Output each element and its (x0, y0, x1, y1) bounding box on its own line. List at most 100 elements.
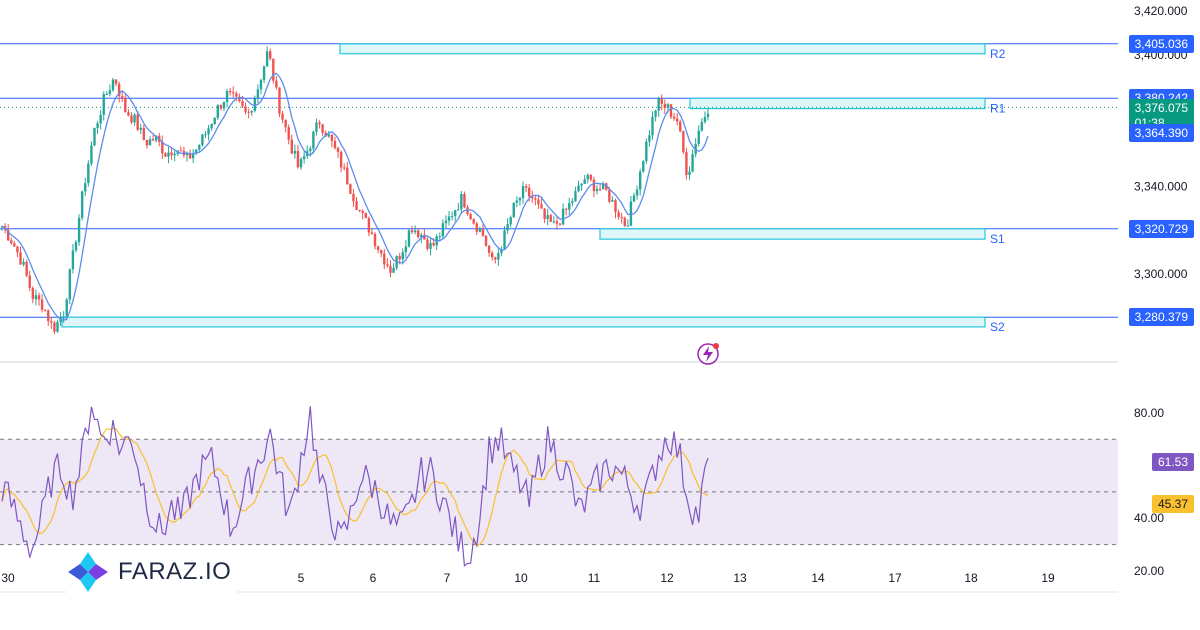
candle-body (685, 152, 688, 175)
candle-body (296, 150, 300, 168)
candle-body (518, 198, 522, 201)
candle-body (40, 299, 44, 310)
price-chart[interactable]: R2R1S1S2 30Jul345671011121314171819 3,42… (0, 0, 1200, 630)
zone-r2 (339, 43, 986, 55)
candle-body (506, 224, 509, 231)
candle-body (139, 127, 142, 130)
candle-body (481, 228, 485, 236)
candle-body (87, 163, 90, 184)
candle-body (700, 121, 704, 131)
candle-body (703, 117, 707, 122)
candle-body (37, 295, 41, 300)
lightning-alert-icon[interactable] (697, 343, 719, 365)
candle-body (598, 188, 602, 190)
candle-body (213, 117, 216, 125)
candle-body (247, 111, 250, 113)
candle-body (441, 223, 445, 237)
candle-body (179, 150, 183, 152)
candle-body (262, 66, 266, 80)
candle-body (367, 218, 371, 233)
candle-body (93, 128, 96, 146)
candle-body (555, 221, 559, 224)
candle-body (222, 102, 226, 109)
candle-body (490, 252, 494, 258)
candle-body (47, 310, 50, 321)
candle-body (102, 94, 105, 115)
candle-body (642, 161, 645, 172)
price-tick-label: 3,420.000 (1134, 4, 1188, 18)
brand-logo[interactable]: FARAZ.IO (66, 548, 238, 596)
candle-body (80, 191, 84, 218)
candle-body (232, 92, 235, 94)
rsi-panel (0, 406, 1118, 567)
candle-body (660, 98, 663, 104)
candle-body (426, 239, 429, 249)
candle-body (352, 193, 355, 202)
candle-body (546, 215, 549, 220)
rsi-ma-value-tag: 45.37 (1151, 495, 1194, 514)
level-tag-r2: 3,405.036 (1128, 34, 1194, 53)
candle-body (34, 295, 38, 300)
candle-body (355, 201, 358, 210)
candle-body (151, 139, 155, 141)
candle-body (648, 135, 651, 142)
candle-body (164, 153, 167, 157)
candle-body (654, 110, 657, 117)
zone-s2 (61, 316, 986, 328)
price-tick-label: 3,340.000 (1134, 179, 1188, 193)
candle-body (287, 127, 290, 140)
candle-body (413, 230, 417, 233)
x-tick-label: 18 (964, 571, 978, 585)
x-tick-label: 10 (514, 571, 528, 585)
candle-body (586, 174, 589, 180)
candle-body (410, 230, 414, 233)
candle-body (333, 140, 337, 148)
candle-body (65, 299, 68, 317)
candle-body (475, 223, 478, 232)
candle-body (478, 228, 482, 232)
candle-body (392, 267, 395, 273)
moving-average-line (1, 72, 709, 321)
candle-body (669, 104, 673, 117)
candle-body (124, 97, 127, 113)
candle-body (595, 188, 599, 192)
x-tick-label: 17 (888, 571, 902, 585)
candle-body (611, 200, 614, 202)
candle-body (142, 127, 146, 140)
candle-body (204, 134, 207, 136)
x-tick-label: 11 (588, 571, 601, 585)
candle-body (460, 194, 463, 210)
rsi-band-fill (0, 439, 1118, 545)
candle-body (108, 90, 112, 95)
candle-body (527, 187, 531, 197)
candle-body (207, 128, 210, 135)
x-tick-label: 14 (811, 571, 825, 585)
candle-body (617, 212, 620, 217)
candle-body (571, 201, 574, 204)
candle-body (16, 246, 19, 253)
candle-body (346, 167, 349, 185)
candle-body (512, 202, 515, 218)
candle-body (250, 110, 253, 113)
candle-body (336, 147, 340, 152)
candle-body (133, 114, 136, 123)
candle-body (256, 89, 260, 99)
candle-body (290, 139, 293, 154)
zone-s1 (599, 228, 986, 240)
candle-body (432, 242, 435, 246)
candle-body (574, 191, 577, 202)
candle-body (228, 90, 232, 93)
rsi-tick-label: 40.00 (1134, 511, 1164, 525)
rsi-value-tag: 61.53 (1151, 452, 1194, 471)
candle-body (31, 287, 35, 300)
price-panel: R2 R1 S1 S2 (0, 43, 1118, 334)
candle-body (269, 51, 272, 59)
candle-body (404, 246, 408, 253)
candle-body (521, 186, 525, 199)
candle-body (330, 134, 334, 141)
candle-body (614, 200, 617, 213)
candle-body (321, 124, 324, 133)
candle-body (170, 152, 173, 156)
candle-body (389, 265, 392, 273)
candle-body (284, 119, 287, 128)
